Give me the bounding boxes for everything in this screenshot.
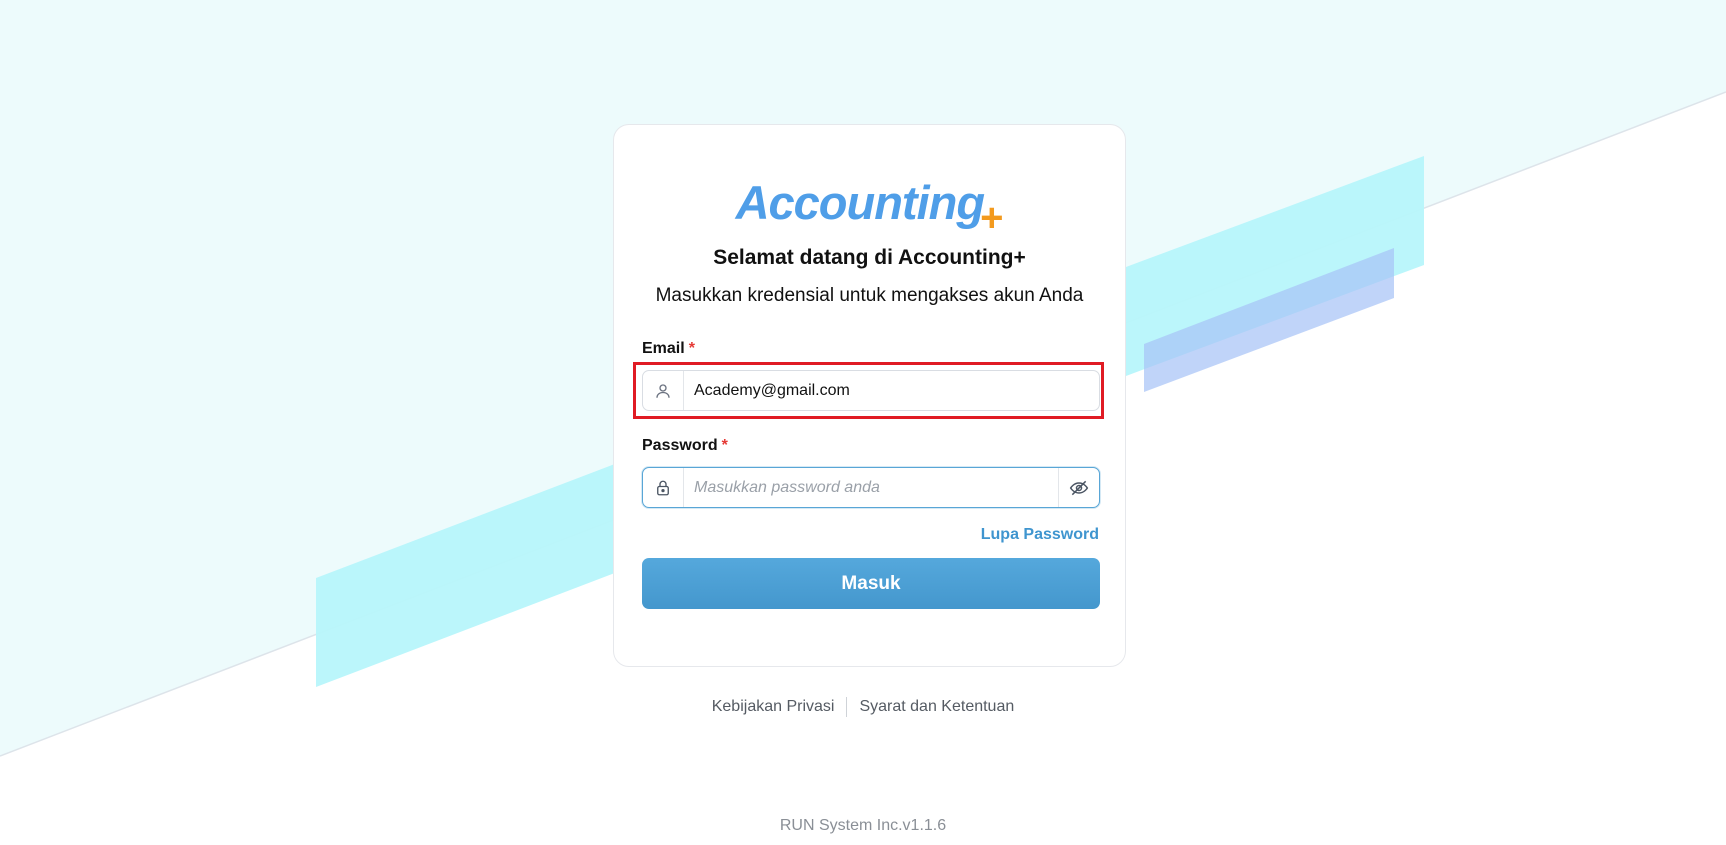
lock-icon [643, 468, 684, 507]
terms-link[interactable]: Syarat dan Ketentuan [859, 698, 1014, 715]
eye-off-icon[interactable] [1058, 468, 1099, 507]
page-title: Selamat datang di Accounting+ [713, 246, 1026, 269]
required-marker: * [721, 437, 728, 454]
password-input-group [642, 467, 1100, 508]
password-input[interactable] [684, 468, 1058, 507]
login-card: Accounting+ Selamat datang di Accounting… [613, 124, 1126, 667]
password-label-text: Password [642, 437, 718, 454]
email-input-group [642, 370, 1100, 411]
accounting-plus-logo: Accounting+ [614, 179, 1125, 239]
logo-text: Accounting [735, 176, 985, 229]
email-label-text: Email [642, 340, 685, 357]
password-label: Password * [642, 437, 728, 455]
email-label: Email * [642, 340, 695, 358]
version-text: RUN System Inc.v1.1.6 [779, 817, 947, 834]
page-subtitle: Masukkan kredensial untuk mengakses akun… [655, 285, 1084, 306]
required-marker: * [688, 340, 695, 357]
forgot-password-link[interactable]: Lupa Password [981, 526, 1099, 544]
login-button[interactable]: Masuk [642, 558, 1100, 609]
footer-divider [846, 697, 848, 717]
privacy-policy-link[interactable]: Kebijakan Privasi [712, 698, 835, 715]
logo-plus: + [980, 196, 1004, 240]
footer-links: Kebijakan Privasi Syarat dan Ketentuan [0, 697, 1726, 717]
user-icon [643, 371, 684, 410]
email-input[interactable] [684, 371, 1099, 410]
